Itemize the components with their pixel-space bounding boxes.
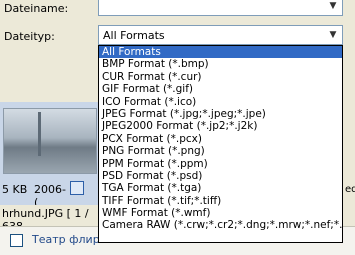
dropdown-option[interactable]: GIF Format (*.gif) (99, 83, 342, 95)
dropdown-option[interactable]: TGA Format (*.tga) (99, 182, 342, 194)
filename-label: Dateiname: (4, 2, 69, 15)
dropdown-option[interactable]: PNG Format (*.png) (99, 145, 342, 157)
dropdown-option[interactable]: CUR Format (*.cur) (99, 71, 342, 83)
thumbnail-image-detail (38, 112, 41, 156)
dropdown-option[interactable]: JPEG2000 Format (*.jp2;*.j2k) (99, 120, 342, 132)
thumbnail-image[interactable] (3, 108, 97, 174)
dropdown-option[interactable]: ICO Format (*.ico) (99, 96, 342, 108)
dropdown-option[interactable]: BMP Format (*.bmp) (99, 58, 342, 70)
file-info-row: 5 KB 2006-( (0, 180, 70, 209)
right-fragment-text: ed (345, 184, 355, 195)
chevron-down-icon[interactable]: ▼ (325, 27, 341, 43)
filetype-dropdown-list[interactable]: All Formats BMP Format (*.bmp) CUR Format … (98, 45, 343, 243)
dropdown-option[interactable]: JPEG Format (*.jpg;*.jpeg;*.jpe) (99, 108, 342, 120)
dropdown-option[interactable]: TIFF Format (*.tif;*.tiff) (99, 195, 342, 207)
dropdown-option[interactable]: WMF Format (*.wmf) (99, 207, 342, 219)
chevron-down-icon[interactable]: ▼ (325, 0, 341, 14)
dropdown-option[interactable]: PCX Format (*.pcx) (99, 133, 342, 145)
status-bar: hrhund.JPG [ 1 / 638 (0, 205, 100, 233)
filetype-combobox[interactable]: All Formats ▼ (98, 25, 343, 45)
dropdown-option[interactable]: All Formats (99, 46, 342, 59)
expand-icon[interactable] (70, 181, 84, 195)
dropdown-option[interactable]: PSD Format (*.psd) (99, 170, 342, 182)
dropdown-option[interactable]: PPM Format (*.ppm) (99, 158, 342, 170)
filetype-label: Dateityp: (4, 30, 55, 43)
file-size: 5 KB (2, 183, 28, 196)
filename-combobox[interactable]: ▼ (98, 0, 343, 16)
dropdown-option[interactable]: Camera RAW (*.crw;*.cr2;*.dng;*.mrw;*.ne… (99, 219, 342, 231)
filetype-selected-value: All Formats (103, 29, 165, 42)
bottom-checkbox-label: Театр флирт (32, 233, 107, 246)
checkbox-icon[interactable] (10, 234, 23, 247)
